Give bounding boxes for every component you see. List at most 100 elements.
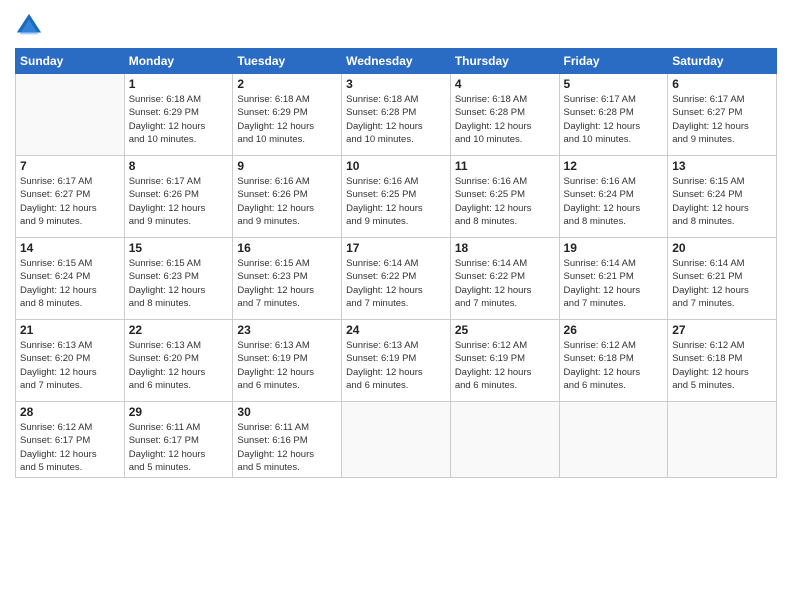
calendar-cell: 29Sunrise: 6:11 AMSunset: 6:17 PMDayligh… bbox=[124, 402, 233, 478]
calendar-cell: 18Sunrise: 6:14 AMSunset: 6:22 PMDayligh… bbox=[450, 238, 559, 320]
day-number: 27 bbox=[672, 323, 772, 337]
calendar-cell bbox=[668, 402, 777, 478]
calendar-cell bbox=[16, 74, 125, 156]
day-info: Sunrise: 6:15 AMSunset: 6:23 PMDaylight:… bbox=[237, 257, 337, 310]
weekday-header-tuesday: Tuesday bbox=[233, 49, 342, 74]
calendar-cell: 14 Sunrise: 6:15 AMSunset: 6:24 PMDayligh… bbox=[16, 238, 125, 320]
day-info: Sunrise: 6:12 AMSunset: 6:18 PMDaylight:… bbox=[564, 339, 664, 392]
day-number: 24 bbox=[346, 323, 446, 337]
day-info: Sunrise: 6:16 AMSunset: 6:24 PMDaylight:… bbox=[564, 175, 664, 228]
calendar-cell: 8 Sunrise: 6:17 AMSunset: 6:26 PMDaylight… bbox=[124, 156, 233, 238]
weekday-header-row: SundayMondayTuesdayWednesdayThursdayFrid… bbox=[16, 49, 777, 74]
day-info: Sunrise: 6:12 AMSunset: 6:17 PMDaylight:… bbox=[20, 421, 120, 474]
day-info: Sunrise: 6:12 AMSunset: 6:19 PMDaylight:… bbox=[455, 339, 555, 392]
calendar-cell: 13Sunrise: 6:15 AMSunset: 6:24 PMDayligh… bbox=[668, 156, 777, 238]
day-info: Sunrise: 6:18 AMSunset: 6:28 PMDaylight:… bbox=[346, 93, 446, 146]
day-number: 19 bbox=[564, 241, 664, 255]
day-number: 11 bbox=[455, 159, 555, 173]
week-row-3: 14 Sunrise: 6:15 AMSunset: 6:24 PMDayligh… bbox=[16, 238, 777, 320]
week-row-5: 28 Sunrise: 6:12 AMSunset: 6:17 PMDayligh… bbox=[16, 402, 777, 478]
day-info: Sunrise: 6:14 AMSunset: 6:22 PMDaylight:… bbox=[346, 257, 446, 310]
logo-icon bbox=[15, 12, 43, 40]
day-number: 20 bbox=[672, 241, 772, 255]
day-number: 10 bbox=[346, 159, 446, 173]
day-number: 22 bbox=[129, 323, 229, 337]
day-info: Sunrise: 6:13 AMSunset: 6:20 PMDaylight:… bbox=[20, 339, 120, 392]
calendar-cell: 17 Sunrise: 6:14 AMSunset: 6:22 PMDayligh… bbox=[342, 238, 451, 320]
day-info: Sunrise: 6:17 AMSunset: 6:26 PMDaylight:… bbox=[129, 175, 229, 228]
calendar-cell: 22 Sunrise: 6:13 AMSunset: 6:20 PMDayligh… bbox=[124, 320, 233, 402]
day-number: 23 bbox=[237, 323, 337, 337]
day-number: 18 bbox=[455, 241, 555, 255]
day-number: 6 bbox=[672, 77, 772, 91]
day-number: 17 bbox=[346, 241, 446, 255]
day-info: Sunrise: 6:16 AMSunset: 6:25 PMDaylight:… bbox=[455, 175, 555, 228]
week-row-2: 7 Sunrise: 6:17 AMSunset: 6:27 PMDaylight… bbox=[16, 156, 777, 238]
calendar-cell: 1Sunrise: 6:18 AMSunset: 6:29 PMDaylight… bbox=[124, 74, 233, 156]
day-info: Sunrise: 6:15 AMSunset: 6:23 PMDaylight:… bbox=[129, 257, 229, 310]
logo bbox=[15, 14, 45, 40]
calendar-cell: 2 Sunrise: 6:18 AMSunset: 6:29 PMDaylight… bbox=[233, 74, 342, 156]
day-info: Sunrise: 6:13 AMSunset: 6:19 PMDaylight:… bbox=[237, 339, 337, 392]
day-info: Sunrise: 6:15 AMSunset: 6:24 PMDaylight:… bbox=[672, 175, 772, 228]
day-number: 14 bbox=[20, 241, 120, 255]
day-number: 16 bbox=[237, 241, 337, 255]
day-number: 2 bbox=[237, 77, 337, 91]
day-info: Sunrise: 6:15 AMSunset: 6:24 PMDaylight:… bbox=[20, 257, 120, 310]
day-info: Sunrise: 6:11 AMSunset: 6:17 PMDaylight:… bbox=[129, 421, 229, 474]
calendar-cell: 11 Sunrise: 6:16 AMSunset: 6:25 PMDayligh… bbox=[450, 156, 559, 238]
calendar-cell: 15 Sunrise: 6:15 AMSunset: 6:23 PMDayligh… bbox=[124, 238, 233, 320]
calendar-table: SundayMondayTuesdayWednesdayThursdayFrid… bbox=[15, 48, 777, 478]
calendar-cell bbox=[559, 402, 668, 478]
calendar-cell bbox=[450, 402, 559, 478]
calendar-cell: 28 Sunrise: 6:12 AMSunset: 6:17 PMDayligh… bbox=[16, 402, 125, 478]
calendar-cell: 25Sunrise: 6:12 AMSunset: 6:19 PMDayligh… bbox=[450, 320, 559, 402]
calendar-cell: 27 Sunrise: 6:12 AMSunset: 6:18 PMDayligh… bbox=[668, 320, 777, 402]
calendar-cell: 16 Sunrise: 6:15 AMSunset: 6:23 PMDayligh… bbox=[233, 238, 342, 320]
day-number: 3 bbox=[346, 77, 446, 91]
day-info: Sunrise: 6:12 AMSunset: 6:18 PMDaylight:… bbox=[672, 339, 772, 392]
day-info: Sunrise: 6:16 AMSunset: 6:25 PMDaylight:… bbox=[346, 175, 446, 228]
day-info: Sunrise: 6:18 AMSunset: 6:29 PMDaylight:… bbox=[129, 93, 229, 146]
day-info: Sunrise: 6:16 AMSunset: 6:26 PMDaylight:… bbox=[237, 175, 337, 228]
weekday-header-wednesday: Wednesday bbox=[342, 49, 451, 74]
calendar-cell bbox=[342, 402, 451, 478]
day-info: Sunrise: 6:14 AMSunset: 6:21 PMDaylight:… bbox=[672, 257, 772, 310]
day-info: Sunrise: 6:17 AMSunset: 6:27 PMDaylight:… bbox=[20, 175, 120, 228]
calendar-cell: 10 Sunrise: 6:16 AMSunset: 6:25 PMDayligh… bbox=[342, 156, 451, 238]
day-number: 7 bbox=[20, 159, 120, 173]
week-row-1: 1Sunrise: 6:18 AMSunset: 6:29 PMDaylight… bbox=[16, 74, 777, 156]
calendar-cell: 30Sunrise: 6:11 AMSunset: 6:16 PMDayligh… bbox=[233, 402, 342, 478]
weekday-header-saturday: Saturday bbox=[668, 49, 777, 74]
day-number: 4 bbox=[455, 77, 555, 91]
weekday-header-thursday: Thursday bbox=[450, 49, 559, 74]
calendar-cell: 12Sunrise: 6:16 AMSunset: 6:24 PMDayligh… bbox=[559, 156, 668, 238]
day-info: Sunrise: 6:18 AMSunset: 6:28 PMDaylight:… bbox=[455, 93, 555, 146]
day-info: Sunrise: 6:18 AMSunset: 6:29 PMDaylight:… bbox=[237, 93, 337, 146]
calendar-cell: 9 Sunrise: 6:16 AMSunset: 6:26 PMDaylight… bbox=[233, 156, 342, 238]
day-info: Sunrise: 6:17 AMSunset: 6:28 PMDaylight:… bbox=[564, 93, 664, 146]
day-number: 9 bbox=[237, 159, 337, 173]
calendar-cell: 24 Sunrise: 6:13 AMSunset: 6:19 PMDayligh… bbox=[342, 320, 451, 402]
calendar-cell: 23 Sunrise: 6:13 AMSunset: 6:19 PMDayligh… bbox=[233, 320, 342, 402]
header bbox=[15, 10, 777, 40]
day-info: Sunrise: 6:11 AMSunset: 6:16 PMDaylight:… bbox=[237, 421, 337, 474]
calendar-cell: 3 Sunrise: 6:18 AMSunset: 6:28 PMDaylight… bbox=[342, 74, 451, 156]
page: SundayMondayTuesdayWednesdayThursdayFrid… bbox=[0, 0, 792, 612]
day-number: 28 bbox=[20, 405, 120, 419]
day-info: Sunrise: 6:14 AMSunset: 6:21 PMDaylight:… bbox=[564, 257, 664, 310]
calendar-cell: 7 Sunrise: 6:17 AMSunset: 6:27 PMDaylight… bbox=[16, 156, 125, 238]
calendar-cell: 5Sunrise: 6:17 AMSunset: 6:28 PMDaylight… bbox=[559, 74, 668, 156]
day-info: Sunrise: 6:13 AMSunset: 6:20 PMDaylight:… bbox=[129, 339, 229, 392]
day-info: Sunrise: 6:13 AMSunset: 6:19 PMDaylight:… bbox=[346, 339, 446, 392]
calendar-cell: 6Sunrise: 6:17 AMSunset: 6:27 PMDaylight… bbox=[668, 74, 777, 156]
day-number: 26 bbox=[564, 323, 664, 337]
calendar-cell: 19 Sunrise: 6:14 AMSunset: 6:21 PMDayligh… bbox=[559, 238, 668, 320]
calendar-cell: 20 Sunrise: 6:14 AMSunset: 6:21 PMDayligh… bbox=[668, 238, 777, 320]
day-number: 8 bbox=[129, 159, 229, 173]
weekday-header-monday: Monday bbox=[124, 49, 233, 74]
weekday-header-friday: Friday bbox=[559, 49, 668, 74]
weekday-header-sunday: Sunday bbox=[16, 49, 125, 74]
day-number: 15 bbox=[129, 241, 229, 255]
calendar-cell: 26 Sunrise: 6:12 AMSunset: 6:18 PMDayligh… bbox=[559, 320, 668, 402]
